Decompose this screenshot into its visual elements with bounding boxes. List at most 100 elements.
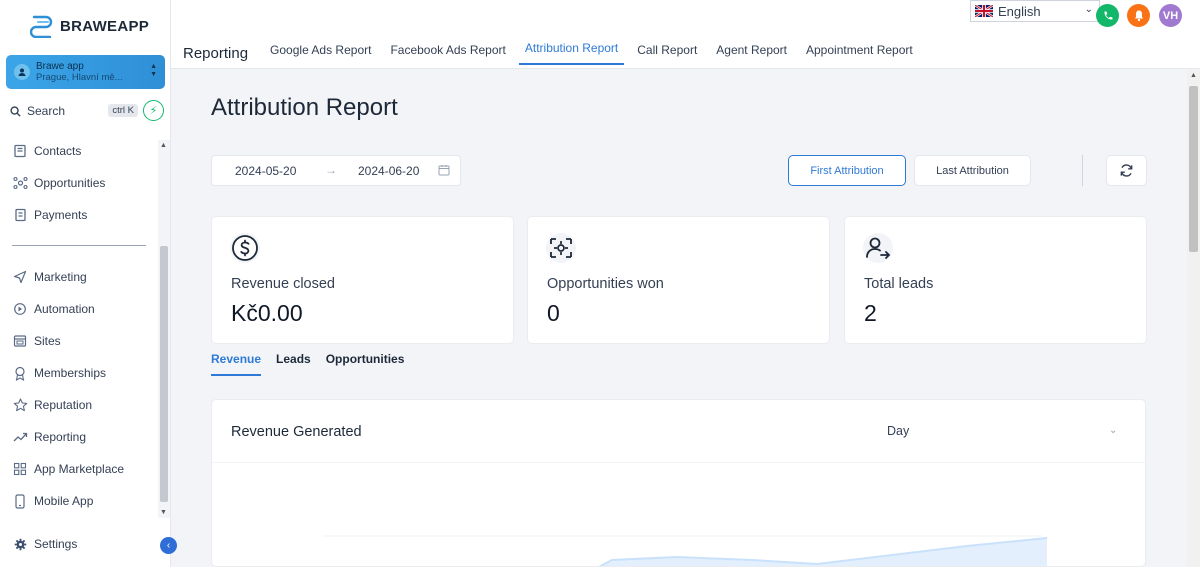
- opportunities-won-card: Opportunities won 0: [527, 216, 830, 344]
- language-value: English: [998, 3, 1041, 19]
- sites-icon: [12, 333, 28, 349]
- search-shortcut: ctrl K: [108, 104, 138, 117]
- page-title: Attribution Report: [211, 94, 398, 121]
- top-navigation: English ⌄ VH Reporting Google Ads Report…: [171, 0, 1200, 69]
- subtab-revenue[interactable]: Revenue: [211, 352, 262, 376]
- sidebar-item-label: Automation: [34, 302, 95, 316]
- subtab-leads[interactable]: Leads: [276, 352, 311, 376]
- sidebar-item-opportunities[interactable]: Opportunities: [12, 173, 105, 193]
- panel-header: Revenue Generated Day ⌄: [212, 400, 1145, 463]
- card-value: 0: [547, 300, 560, 326]
- tab-call-report[interactable]: Call Report: [637, 43, 697, 65]
- toolbar-divider: [1082, 155, 1083, 186]
- account-caret-icon: ▲ ▼: [150, 63, 157, 78]
- sidebar-scroll-thumb[interactable]: [160, 246, 168, 502]
- logo-icon: [30, 15, 53, 38]
- sidebar-scrollbar[interactable]: ▲ ▼: [158, 140, 170, 518]
- gear-icon: [12, 536, 28, 552]
- sidebar-item-label: Memberships: [34, 366, 107, 380]
- section-title: Reporting: [183, 45, 249, 62]
- refresh-button[interactable]: [1106, 155, 1147, 186]
- automation-icon: [12, 301, 28, 317]
- sidebar-item-label: Mobile App: [34, 494, 94, 508]
- tab-agent-report[interactable]: Agent Report: [716, 43, 787, 65]
- search-icon: [10, 105, 21, 117]
- quick-action-bolt-icon[interactable]: ⚡: [143, 100, 164, 121]
- sidebar-item-memberships[interactable]: Memberships: [12, 363, 106, 383]
- report-tabs: Reporting Google Ads Report Facebook Ads…: [183, 38, 932, 65]
- interval-select[interactable]: Day: [887, 424, 909, 438]
- sidebar-item-mobile-app[interactable]: Mobile App: [12, 491, 93, 511]
- collapse-sidebar-chevron-left-icon[interactable]: ‹: [160, 537, 177, 554]
- logo[interactable]: BRAWEAPP: [30, 14, 149, 38]
- sidebar-item-label: Reputation: [34, 398, 93, 412]
- panel-title: Revenue Generated: [231, 424, 362, 440]
- card-value: Kč0.00: [231, 300, 303, 326]
- sidebar-item-label: Reporting: [34, 430, 87, 444]
- scroll-up-icon[interactable]: ▲: [1190, 72, 1197, 79]
- user-avatar[interactable]: VH: [1159, 4, 1182, 27]
- notification-bell-icon[interactable]: [1127, 4, 1150, 27]
- chevron-down-icon[interactable]: ⌄: [1109, 425, 1117, 436]
- sidebar-divider: [12, 245, 146, 246]
- grid-icon: [12, 461, 28, 477]
- tab-facebook-ads-report[interactable]: Facebook Ads Report: [390, 43, 505, 65]
- uk-flag-icon: [975, 5, 993, 17]
- sidebar-item-marketing[interactable]: Marketing: [12, 267, 87, 287]
- date-to[interactable]: 2024-06-20: [358, 164, 419, 178]
- trend-icon: [12, 429, 28, 445]
- badge-icon: [12, 365, 28, 381]
- payments-icon: [12, 207, 28, 223]
- calendar-icon[interactable]: [438, 164, 450, 176]
- sidebar-item-reputation[interactable]: Reputation: [12, 395, 92, 415]
- sidebar-item-sites[interactable]: Sites: [12, 331, 61, 351]
- contacts-icon: [12, 143, 28, 159]
- user-arrow-icon: [863, 233, 893, 263]
- revenue-generated-panel: Revenue Generated Day ⌄: [211, 399, 1146, 567]
- dollar-icon: [230, 233, 260, 263]
- chevron-down-icon: ⌄: [1084, 4, 1093, 15]
- revenue-chart: [322, 535, 1048, 566]
- account-name: Brawe app: [36, 61, 84, 72]
- account-avatar-icon: [14, 64, 30, 80]
- scroll-up-icon[interactable]: ▲: [160, 142, 167, 149]
- settings-label: Settings: [34, 537, 78, 551]
- opportunities-icon: [12, 175, 28, 191]
- account-switcher[interactable]: Brawe app Prague, Hlavní mě... ▲ ▼: [6, 55, 165, 89]
- subtab-opportunities[interactable]: Opportunities: [326, 352, 405, 376]
- sidebar-item-reporting[interactable]: Reporting: [12, 427, 86, 447]
- sidebar-item-automation[interactable]: Automation: [12, 299, 95, 319]
- sidebar-item-label: App Marketplace: [34, 462, 125, 476]
- send-icon: [12, 269, 28, 285]
- sidebar-item-label: Contacts: [34, 144, 82, 158]
- language-select[interactable]: English ⌄: [970, 0, 1100, 22]
- sidebar-item-settings[interactable]: Settings: [12, 534, 77, 554]
- revenue-closed-card: Revenue closed Kč0.00: [211, 216, 514, 344]
- date-range-picker[interactable]: 2024-05-20 → 2024-06-20: [211, 155, 461, 186]
- card-label: Revenue closed: [231, 276, 335, 292]
- sidebar-item-app-marketplace[interactable]: App Marketplace: [12, 459, 124, 479]
- phone-icon: [12, 493, 28, 509]
- search-label: Search: [27, 104, 66, 118]
- chart-subtabs: Revenue Leads Opportunities: [211, 352, 419, 376]
- sidebar-item-label: Payments: [34, 208, 88, 222]
- sidebar-item-contacts[interactable]: Contacts: [12, 141, 81, 161]
- sidebar-item-payments[interactable]: Payments: [12, 205, 87, 225]
- search-button[interactable]: Search ctrl K: [10, 101, 138, 121]
- phone-call-icon[interactable]: [1096, 4, 1119, 27]
- last-attribution-button[interactable]: Last Attribution: [914, 155, 1031, 186]
- main-scrollbar[interactable]: ▲: [1187, 70, 1200, 567]
- main-scroll-thumb[interactable]: [1189, 86, 1198, 252]
- first-attribution-button[interactable]: First Attribution: [788, 155, 906, 186]
- tab-attribution-report[interactable]: Attribution Report: [518, 41, 625, 65]
- card-label: Total leads: [864, 276, 934, 292]
- date-from[interactable]: 2024-05-20: [235, 164, 296, 178]
- card-label: Opportunities won: [547, 276, 664, 292]
- account-location: Prague, Hlavní mě...: [36, 72, 123, 83]
- scroll-down-icon[interactable]: ▼: [160, 509, 167, 516]
- star-icon: [12, 397, 28, 413]
- tab-google-ads-report[interactable]: Google Ads Report: [270, 43, 371, 65]
- tab-appointment-report[interactable]: Appointment Report: [806, 43, 913, 65]
- sidebar-item-label: Opportunities: [34, 176, 106, 190]
- arrow-right-icon: →: [325, 163, 337, 177]
